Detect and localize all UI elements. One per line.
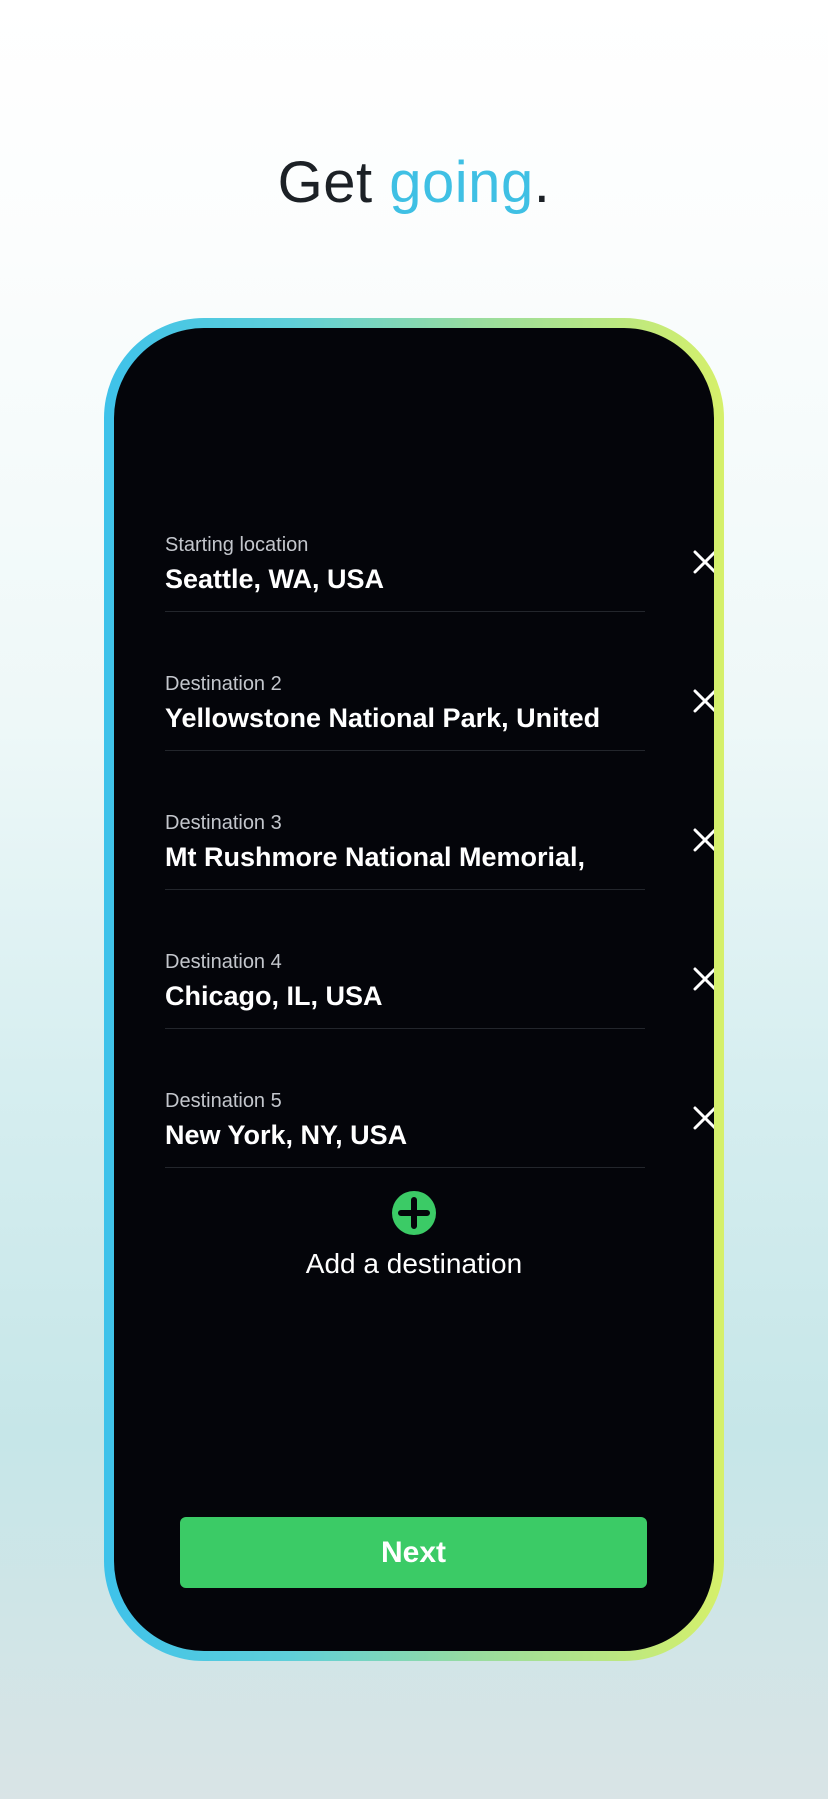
field-label: Destination 4 — [165, 951, 282, 973]
add-destination-label: Add a destination — [305, 1248, 523, 1279]
clear-starting-location-button[interactable] — [685, 542, 714, 582]
headline-part2: . — [533, 150, 551, 215]
field-underline — [165, 1028, 645, 1029]
field-underline — [165, 750, 645, 751]
field-value[interactable]: New York, NY, USA — [165, 1120, 635, 1151]
headline-part1: Get — [277, 150, 390, 215]
starting-location-field[interactable]: Starting location Seattle, WA, USA — [165, 534, 714, 634]
destination-2-field[interactable]: Destination 2 Yellowstone National Park,… — [165, 673, 714, 773]
field-underline — [165, 889, 645, 890]
close-icon — [693, 689, 714, 713]
field-value[interactable]: Chicago, IL, USA — [165, 981, 635, 1012]
field-underline — [165, 1167, 645, 1168]
clear-destination-2-button[interactable] — [685, 681, 714, 721]
field-label: Starting location — [165, 534, 309, 556]
close-icon — [693, 828, 714, 852]
headline-accent: going — [389, 150, 534, 215]
add-destination-button[interactable]: Add a destination — [114, 1190, 714, 1300]
close-icon — [693, 967, 714, 991]
destination-5-field[interactable]: Destination 5 New York, NY, USA — [165, 1090, 714, 1190]
field-value[interactable]: Seattle, WA, USA — [165, 564, 635, 595]
clear-destination-5-button[interactable] — [685, 1098, 714, 1138]
next-button[interactable]: Next — [180, 1517, 647, 1588]
destination-4-field[interactable]: Destination 4 Chicago, IL, USA — [165, 951, 714, 1051]
clear-destination-3-button[interactable] — [685, 820, 714, 860]
field-underline — [165, 611, 645, 612]
field-value[interactable]: Yellowstone National Park, United — [165, 703, 635, 734]
field-label: Destination 3 — [165, 812, 282, 834]
clear-destination-4-button[interactable] — [685, 959, 714, 999]
plus-circle-icon — [392, 1191, 436, 1235]
phone-screen: Starting location Seattle, WA, USA Desti… — [114, 328, 714, 1651]
phone-frame: Starting location Seattle, WA, USA Desti… — [104, 318, 724, 1661]
field-label: Destination 5 — [165, 1090, 282, 1112]
field-label: Destination 2 — [165, 673, 282, 695]
page-title: Get going. — [0, 148, 828, 218]
field-value[interactable]: Mt Rushmore National Memorial, — [165, 842, 635, 873]
destination-3-field[interactable]: Destination 3 Mt Rushmore National Memor… — [165, 812, 714, 912]
close-icon — [693, 550, 714, 574]
close-icon — [693, 1106, 714, 1130]
